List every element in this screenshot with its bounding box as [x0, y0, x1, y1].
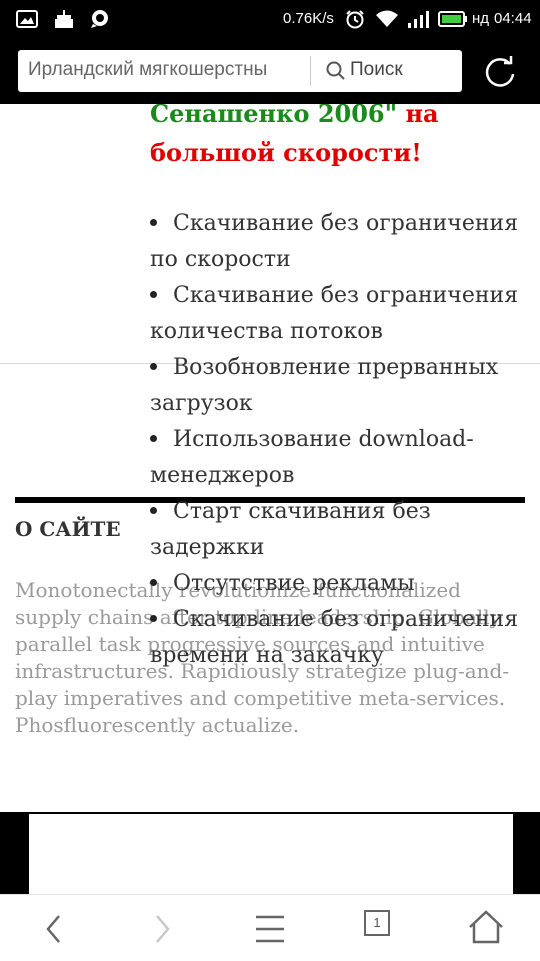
- reload-icon[interactable]: [480, 52, 520, 92]
- signal-icon: [408, 11, 429, 28]
- clock: 04:44: [494, 10, 532, 27]
- list-item: Возобновление прерванных загрузок: [150, 355, 499, 416]
- list-item: Отсутствие рекламы: [150, 566, 520, 602]
- address-bar[interactable]: Ирландский мягкошерстны Поиск: [18, 50, 462, 92]
- tab-count: 1: [373, 915, 381, 930]
- carrier-label: нд: [472, 10, 490, 27]
- bullet-icon: [150, 362, 157, 370]
- search-input[interactable]: Ирландский мягкошерстны: [28, 59, 310, 83]
- status-bar: 0.76K/s нд 04:44: [0, 0, 540, 38]
- browser-nav-bar: 1: [0, 894, 540, 961]
- forward-icon[interactable]: [140, 907, 184, 951]
- wifi-icon: [376, 10, 398, 27]
- footer-panel: [29, 814, 513, 894]
- footer-block: [0, 812, 540, 894]
- battery-icon: [438, 11, 467, 27]
- menu-icon[interactable]: [248, 907, 292, 951]
- bullet-icon: [150, 218, 157, 226]
- list-item: Использование download-менеджеров: [150, 427, 474, 488]
- search-divider: [310, 56, 311, 86]
- chat-icon: [91, 10, 108, 28]
- alarm-icon: [346, 10, 364, 29]
- feature-list: Скачивание без ограничения по скорости С…: [150, 206, 520, 674]
- list-item: Старт скачивания без задержки: [150, 499, 431, 560]
- back-icon[interactable]: [32, 907, 76, 951]
- bullet-icon: [150, 290, 157, 298]
- tabs-button[interactable]: 1: [361, 907, 405, 951]
- home-icon[interactable]: [464, 907, 508, 951]
- bullet-icon: [150, 578, 157, 586]
- cake-icon: [55, 10, 73, 28]
- bullet-icon: [150, 506, 157, 514]
- browser-toolbar: Ирландский мягкошерстны Поиск: [0, 38, 540, 104]
- heading-green-text: Сенашенко 2006": [150, 104, 398, 128]
- about-title: О САЙТЕ: [15, 517, 121, 541]
- list-item: Скачивание без ограничения времени на за…: [150, 607, 519, 668]
- bullet-icon: [150, 614, 157, 622]
- search-button-label: Поиск: [350, 59, 403, 80]
- network-speed: 0.76K/s: [283, 10, 334, 27]
- gallery-icon: [16, 10, 38, 28]
- search-button[interactable]: Поиск: [322, 56, 452, 86]
- list-item: Скачивание без ограничения количества по…: [150, 283, 519, 344]
- page-heading: Сенашенко 2006" на большой скорости!: [150, 104, 530, 172]
- search-icon: [326, 61, 345, 80]
- page-content: О САЙТЕ Monotonectally revolutionize fun…: [0, 104, 540, 894]
- list-item: Скачивание без ограничения по скорости: [150, 211, 519, 272]
- bullet-icon: [150, 434, 157, 442]
